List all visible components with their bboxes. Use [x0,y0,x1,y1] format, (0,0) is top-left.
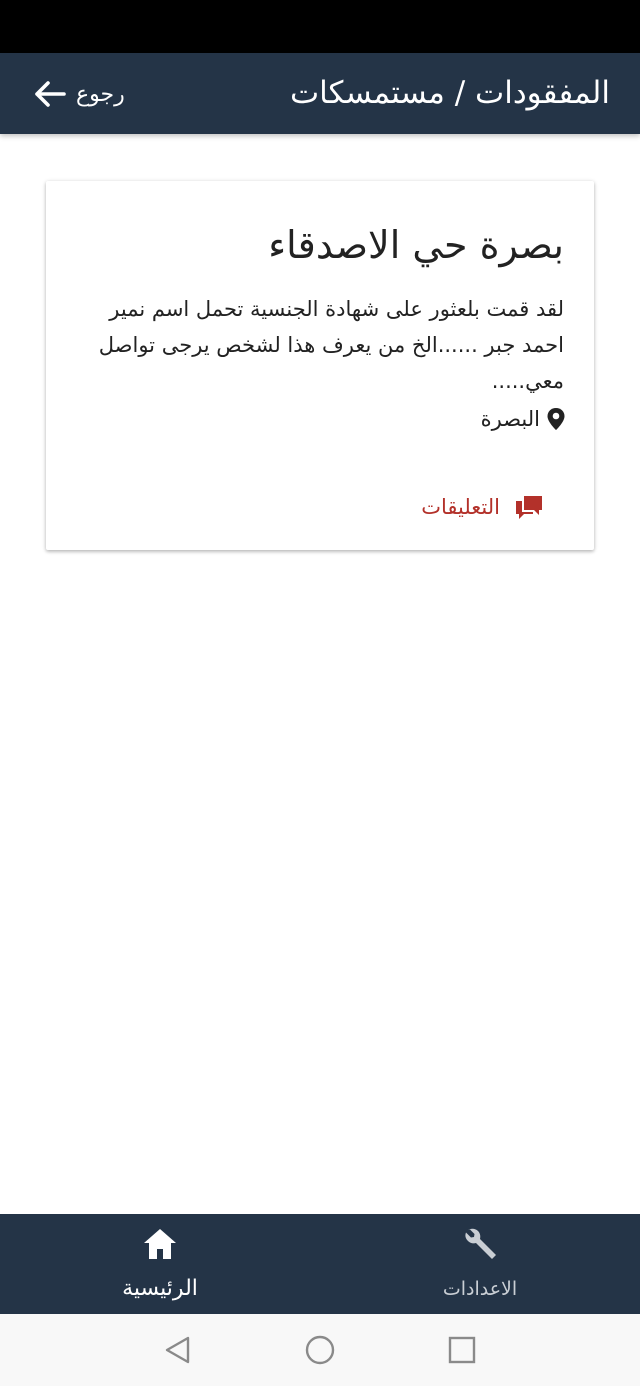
post-body: لقد قمت بلعثور على شهادة الجنسية تحمل اس… [98,297,564,393]
location-label: البصرة [480,407,540,431]
comment-icon [516,496,542,519]
wrench-icon [465,1228,496,1259]
home-icon [144,1229,176,1259]
post-card[interactable]: بصرة حي الاصدقاء لقد قمت بلعثور على شهاد… [46,181,594,550]
nav-home[interactable]: الرئيسية [60,1214,260,1314]
system-navigation-bar [0,1314,640,1386]
page-title: المفقودات / مستمسكات [289,75,610,111]
status-bar [0,0,640,53]
nav-settings[interactable]: الاعدادات [380,1214,580,1314]
bottom-navigation: الرئيسية الاعدادات [0,1214,640,1314]
back-triangle-icon[interactable] [158,1330,198,1370]
map-pin-icon [547,408,565,430]
comments-button[interactable]: التعليقات [421,493,544,521]
back-label: رجوع [76,81,125,107]
recent-square-icon[interactable] [442,1330,482,1370]
post-title: بصرة حي الاصدقاء [268,223,564,267]
nav-home-label: الرئيسية [122,1276,198,1301]
arrow-left-icon [35,81,66,107]
nav-settings-label: الاعدادات [442,1278,518,1300]
comments-label: التعليقات [421,495,500,519]
home-circle-icon[interactable] [300,1330,340,1370]
back-button[interactable]: رجوع [34,73,125,115]
post-location: البصرة [481,407,566,431]
app-bar: المفقودات / مستمسكات رجوع [0,53,640,134]
